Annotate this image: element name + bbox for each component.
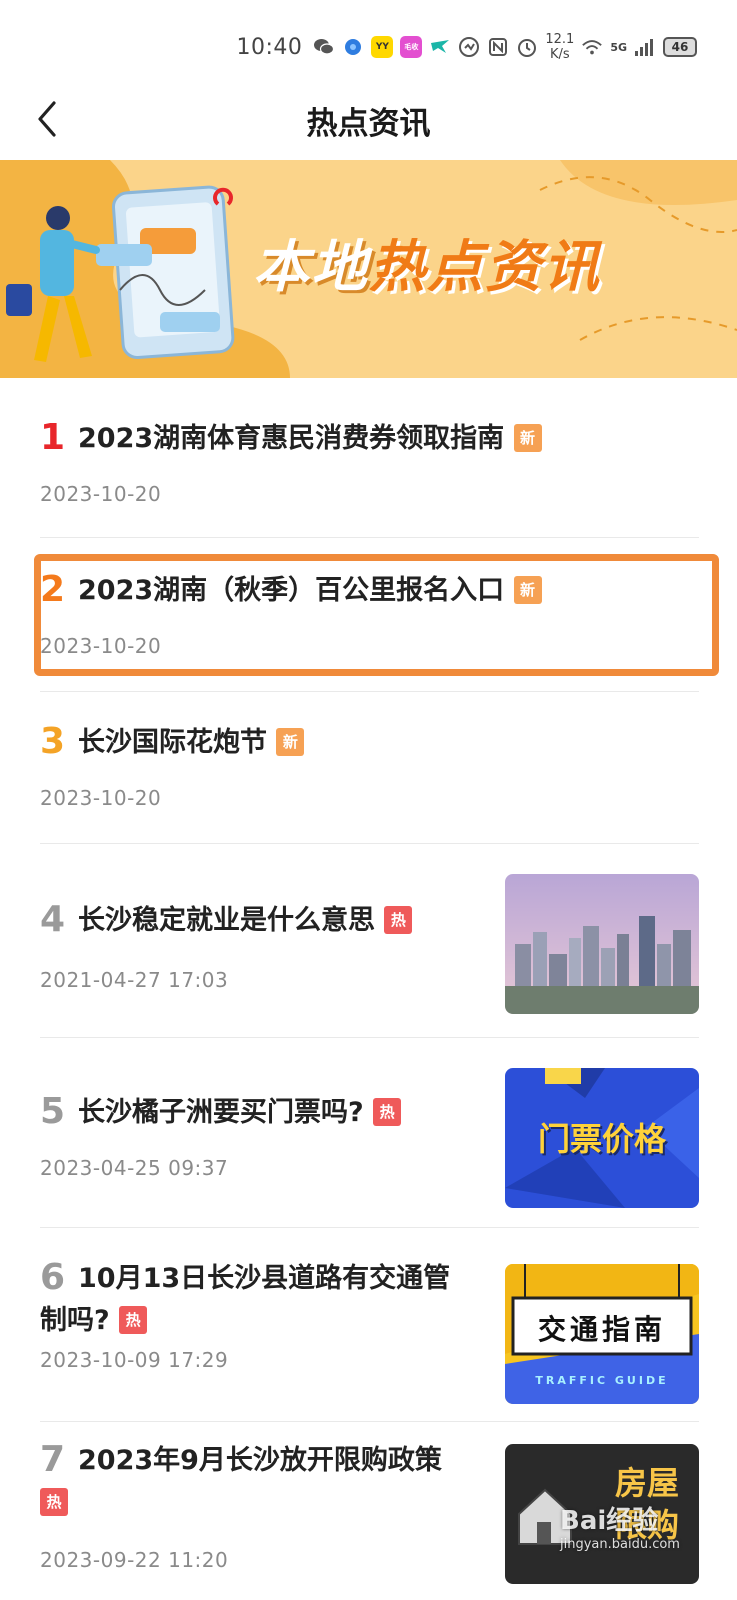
- hot-badge: 热: [373, 1098, 402, 1126]
- news-title: 2023湖南体育惠民消费券领取指南 新: [78, 418, 542, 460]
- speed-unit: K/s: [549, 47, 570, 62]
- news-title-text: 长沙稳定就业是什么意思: [78, 905, 375, 936]
- network-speed: 12.1 K/s: [545, 32, 574, 62]
- news-title-text: 2023湖南（秋季）百公里报名入口: [78, 575, 505, 606]
- new-badge: 新: [276, 728, 305, 756]
- news-item-2[interactable]: 2 2023湖南（秋季）百公里报名入口 新 2023-10-20: [40, 538, 699, 692]
- blue-app-icon: [342, 36, 364, 58]
- pink-app-icon: 毛收: [400, 36, 423, 58]
- news-date: 2023-10-20: [40, 482, 162, 506]
- battery-icon: 46: [663, 37, 697, 57]
- hot-news-banner: 本地热点资讯: [0, 160, 737, 378]
- news-title-text: 长沙橘子洲要买门票吗?: [78, 1097, 364, 1128]
- traffic-guide-image: 交通指南 TRAFFIC GUIDE: [505, 1264, 699, 1404]
- hot-badge: 热: [384, 906, 413, 934]
- news-date: 2021-04-27 17:03: [40, 968, 229, 992]
- tasks-icon: [458, 36, 480, 58]
- news-date: 2023-04-25 09:37: [40, 1156, 229, 1180]
- banner-title: 本地热点资讯: [253, 222, 601, 303]
- banner-title-orange: 热点资讯: [369, 235, 601, 300]
- bird-app-icon: [429, 36, 451, 58]
- page-title: 热点资讯: [306, 106, 431, 142]
- rank-number: 4: [40, 899, 66, 940]
- signal-icon: [634, 36, 656, 58]
- rank-number: 1: [40, 417, 66, 458]
- news-item-4[interactable]: 4 长沙稳定就业是什么意思 热 2021-04-27 17:03: [40, 844, 699, 1038]
- news-item-5[interactable]: 5 长沙橘子洲要买门票吗? 热 2023-04-25 09:37 门票价格: [40, 1038, 699, 1228]
- wifi-icon: [581, 36, 603, 58]
- yy-app-icon: YY: [371, 36, 394, 58]
- watermark: Bai经验 jingyan.baidu.com: [560, 1500, 680, 1552]
- news-date: 2023-10-09 17:29: [40, 1348, 229, 1372]
- status-icons: 10:40 YY 毛收 12.1 K/s 5G 46: [236, 32, 697, 62]
- news-title-text: 2023年9月长沙放开限购政策: [78, 1445, 442, 1476]
- thumb-caption: 门票价格: [537, 1120, 666, 1158]
- alarm-icon: [516, 36, 538, 58]
- news-item-1[interactable]: 1 2023湖南体育惠民消费券领取指南 新 2023-10-20: [40, 400, 699, 538]
- new-badge: 新: [513, 424, 542, 452]
- news-title: 长沙橘子洲要买门票吗? 热: [78, 1092, 402, 1134]
- rank-number: 3: [40, 721, 66, 762]
- status-time: 10:40: [236, 34, 303, 60]
- news-date: 2023-10-20: [40, 634, 162, 658]
- nfc-icon: [487, 36, 509, 58]
- news-title: 长沙稳定就业是什么意思 热: [78, 900, 413, 942]
- hot-badge: 热: [119, 1306, 148, 1334]
- news-title: 10月13日长沙县道路有交通管制吗? 热: [40, 1258, 460, 1342]
- thumb-caption: 交通指南: [537, 1313, 666, 1346]
- news-date: 2023-09-22 11:20: [40, 1548, 229, 1572]
- status-bar: 10:40 YY 毛收 12.1 K/s 5G 46: [0, 0, 737, 80]
- news-title-text: 长沙国际花炮节: [78, 727, 267, 758]
- news-title: 长沙国际花炮节 新: [78, 722, 305, 764]
- banner-title-white: 本地: [253, 235, 369, 300]
- thumb-caption: 房屋: [614, 1464, 679, 1502]
- header: 热点资讯: [0, 80, 737, 160]
- rank-number: 2: [40, 569, 66, 610]
- news-title-text: 10月13日长沙县道路有交通管制吗?: [40, 1263, 451, 1336]
- news-item-6[interactable]: 6 10月13日长沙县道路有交通管制吗? 热 2023-10-09 17:29 …: [40, 1228, 699, 1422]
- new-badge: 新: [513, 576, 542, 604]
- watermark-url: jingyan.baidu.com: [560, 1537, 680, 1552]
- news-title-text: 2023湖南体育惠民消费券领取指南: [78, 423, 505, 454]
- news-item-3[interactable]: 3 长沙国际花炮节 新 2023-10-20: [40, 692, 699, 844]
- watermark-text: Bai经验: [560, 1506, 659, 1536]
- news-title: 2023湖南（秋季）百公里报名入口 新: [78, 570, 542, 612]
- speed-value: 12.1: [545, 32, 575, 47]
- ticket-price-image: 门票价格: [505, 1068, 699, 1208]
- thumb-subcaption: TRAFFIC GUIDE: [535, 1374, 669, 1387]
- network-type: 5G: [610, 40, 627, 54]
- hot-badge: 热: [40, 1488, 68, 1516]
- wechat-icon: [313, 36, 335, 58]
- city-skyline-image: [505, 874, 699, 1014]
- rank-number: 5: [40, 1091, 66, 1132]
- news-title: 2023年9月长沙放开限购政策 热: [40, 1440, 460, 1524]
- news-date: 2023-10-20: [40, 786, 162, 810]
